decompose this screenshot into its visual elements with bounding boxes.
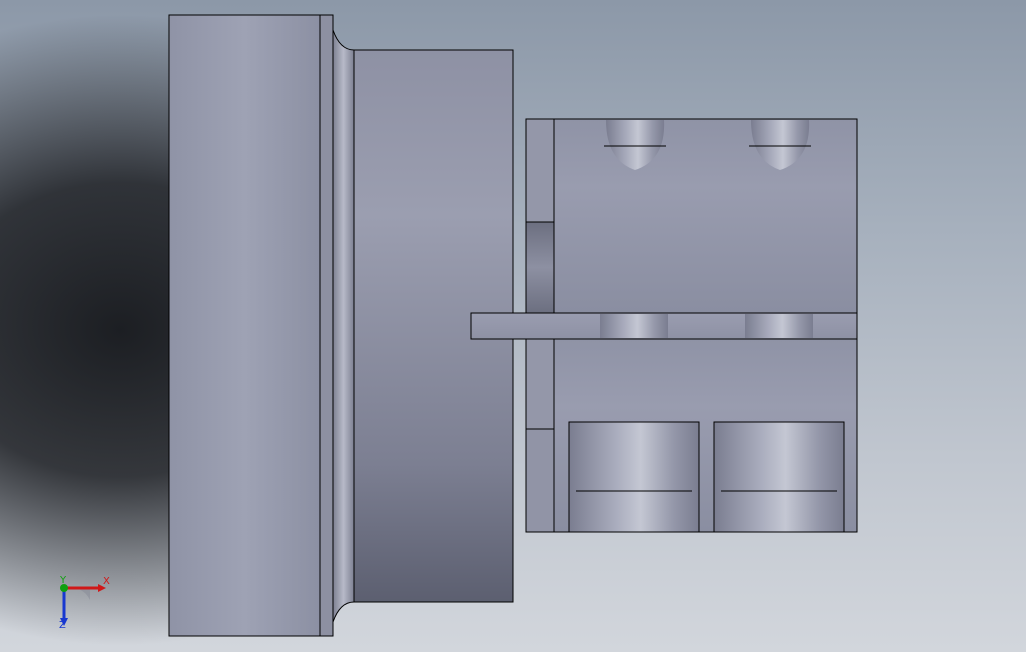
triad-graphic	[60, 584, 106, 626]
x-axis-label: X	[103, 576, 110, 587]
neck-slot[interactable]	[525, 221, 555, 314]
y-axis-label: Y	[60, 575, 67, 586]
shelf-bore-2[interactable]	[745, 314, 813, 338]
flange-step[interactable]	[319, 14, 334, 637]
graphics-viewport[interactable]: X Y Z	[0, 0, 1026, 652]
cylinder-pocket-1[interactable]	[568, 421, 700, 533]
neck-segment-bottom[interactable]	[525, 428, 555, 533]
cylinder-pocket-2[interactable]	[713, 421, 845, 533]
z-axis-label: Z	[59, 620, 66, 631]
neck-segment-mid[interactable]	[525, 338, 555, 430]
shelf-bore-1[interactable]	[600, 314, 668, 338]
part-model-view[interactable]	[0, 0, 1026, 652]
flange-face[interactable]	[168, 14, 321, 637]
coordinate-triad: X Y Z	[44, 570, 124, 640]
block-upper[interactable]	[553, 118, 858, 314]
neck-segment-top[interactable]	[525, 118, 555, 223]
fillet-rim[interactable]	[332, 29, 355, 623]
